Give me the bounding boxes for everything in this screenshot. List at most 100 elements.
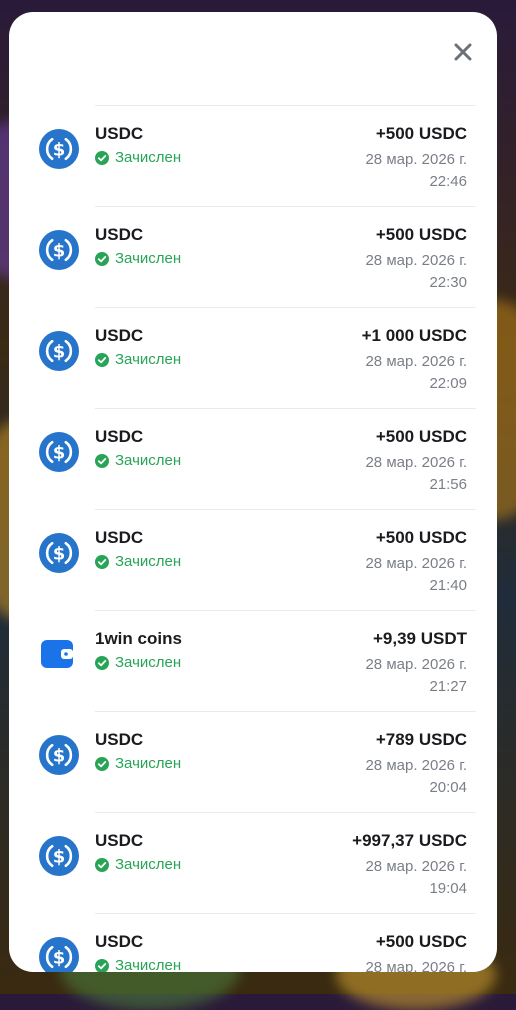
transaction-amount: +1 000 USDC	[361, 326, 467, 345]
svg-text:$: $	[53, 342, 66, 363]
transaction-datetime: 28 мар. 2026 г. 21:56	[365, 452, 467, 496]
transaction-row[interactable]: 1win coins Зачислен +9,39 USDT 28 мар. 2…	[9, 610, 497, 711]
svg-text:$: $	[53, 443, 66, 464]
status-label: Зачислен	[115, 957, 182, 972]
transaction-status: Зачислен	[95, 351, 181, 368]
transaction-date: 28 мар. 2026 г.	[365, 858, 467, 875]
status-label: Зачислен	[115, 654, 182, 671]
transaction-status: Зачислен	[95, 553, 181, 570]
usdc-icon: $	[39, 230, 79, 270]
usdc-icon: $	[39, 735, 79, 775]
transaction-row[interactable]: $ USDC Зачислен +500 USDC 28 мар. 2026 г…	[9, 206, 497, 307]
transaction-status: Зачислен	[95, 452, 181, 469]
transaction-date: 28 мар. 2026 г.	[365, 959, 467, 972]
transaction-time: 19:04	[429, 880, 467, 897]
transaction-amount: +500 USDC	[375, 427, 467, 446]
transaction-row[interactable]: $ USDC Зачислен +500 USDC 28 мар. 2026 г…	[9, 408, 497, 509]
check-circle-icon	[95, 352, 109, 367]
check-circle-icon	[95, 857, 109, 872]
transaction-status: Зачислен	[95, 755, 181, 772]
transaction-status: Зачислен	[95, 654, 181, 671]
transaction-row[interactable]: $ USDC Зачислен +789 USDC 28 мар. 2026 г…	[9, 711, 497, 812]
transaction-time: 22:09	[429, 375, 467, 392]
transaction-amount: +500 USDC	[375, 932, 467, 951]
transaction-status: Зачислен	[95, 957, 181, 972]
row-divider	[95, 206, 476, 207]
check-circle-icon	[95, 251, 109, 266]
usdc-icon: $	[39, 937, 79, 972]
row-divider	[95, 509, 476, 510]
svg-text:$: $	[53, 948, 66, 969]
transaction-amount: +9,39 USDT	[372, 629, 467, 648]
transaction-currency: USDC	[95, 730, 144, 749]
transaction-currency: 1win coins	[95, 629, 182, 648]
check-circle-icon	[95, 756, 109, 771]
check-circle-icon	[95, 958, 109, 972]
transaction-datetime: 28 мар. 2026 г. 21:27	[365, 654, 467, 698]
row-divider	[95, 913, 476, 914]
transaction-row[interactable]: $ USDC Зачислен +997,37 USDC 28 мар. 202…	[9, 812, 497, 913]
transaction-status: Зачислен	[95, 149, 181, 166]
check-circle-icon	[95, 150, 109, 165]
transaction-date: 28 мар. 2026 г.	[365, 555, 467, 572]
transaction-amount: +500 USDC	[375, 528, 467, 547]
transaction-date: 28 мар. 2026 г.	[365, 454, 467, 471]
close-button[interactable]	[451, 40, 475, 64]
transaction-time: 21:56	[429, 476, 467, 493]
transaction-row[interactable]: $ USDC Зачислен +500 USDC 28 мар. 2026 г…	[9, 913, 497, 972]
transaction-datetime: 28 мар. 2026 г. 20:04	[365, 755, 467, 799]
transaction-datetime: 28 мар. 2026 г. 21:40	[365, 553, 467, 597]
transaction-time: 21:40	[429, 577, 467, 594]
transaction-date: 28 мар. 2026 г.	[365, 151, 467, 168]
transaction-time: 22:30	[429, 274, 467, 291]
svg-text:$: $	[53, 746, 66, 767]
status-label: Зачислен	[115, 856, 182, 873]
transaction-list: $ USDC Зачислен +500 USDC 28 мар. 2026 г…	[9, 105, 497, 972]
status-label: Зачислен	[115, 755, 182, 772]
transaction-status: Зачислен	[95, 856, 181, 873]
usdc-icon: $	[39, 533, 79, 573]
usdc-icon: $	[39, 331, 79, 371]
check-circle-icon	[95, 453, 109, 468]
row-divider	[95, 408, 476, 409]
transaction-time: 22:46	[429, 173, 467, 190]
usdc-icon: $	[39, 836, 79, 876]
transaction-currency: USDC	[95, 528, 144, 547]
transaction-currency: USDC	[95, 831, 144, 850]
status-label: Зачислен	[115, 149, 182, 166]
row-divider	[95, 711, 476, 712]
status-label: Зачислен	[115, 553, 182, 570]
row-divider	[95, 812, 476, 813]
transaction-currency: USDC	[95, 225, 144, 244]
transaction-row[interactable]: $ USDC Зачислен +500 USDC 28 мар. 2026 г…	[9, 509, 497, 610]
transaction-datetime: 28 мар. 2026 г. 22:46	[365, 149, 467, 193]
status-label: Зачислен	[115, 452, 182, 469]
transaction-amount: +997,37 USDC	[352, 831, 467, 850]
svg-text:$: $	[53, 140, 66, 161]
transaction-amount: +500 USDC	[375, 124, 467, 143]
transaction-date: 28 мар. 2026 г.	[365, 757, 467, 774]
wallet-icon	[39, 634, 79, 674]
transaction-amount: +500 USDC	[375, 225, 467, 244]
transaction-datetime: 28 мар. 2026 г.	[365, 957, 467, 972]
transaction-datetime: 28 мар. 2026 г. 22:09	[365, 351, 467, 395]
svg-text:$: $	[53, 544, 66, 565]
transaction-date: 28 мар. 2026 г.	[365, 656, 467, 673]
status-label: Зачислен	[115, 351, 182, 368]
status-label: Зачислен	[115, 250, 182, 267]
transaction-datetime: 28 мар. 2026 г. 22:30	[365, 250, 467, 294]
transaction-row[interactable]: $ USDC Зачислен +500 USDC 28 мар. 2026 г…	[9, 105, 497, 206]
transaction-row[interactable]: $ USDC Зачислен +1 000 USDC 28 мар. 2026…	[9, 307, 497, 408]
transaction-date: 28 мар. 2026 г.	[365, 353, 467, 370]
transaction-status: Зачислен	[95, 250, 181, 267]
row-divider	[95, 105, 476, 106]
usdc-icon: $	[39, 129, 79, 169]
svg-text:$: $	[53, 847, 66, 868]
transaction-amount: +789 USDC	[375, 730, 467, 749]
row-divider	[95, 307, 476, 308]
transaction-currency: USDC	[95, 427, 144, 446]
check-circle-icon	[95, 554, 109, 569]
transaction-history-modal: $ USDC Зачислен +500 USDC 28 мар. 2026 г…	[9, 12, 497, 972]
close-icon	[454, 43, 472, 61]
row-divider	[95, 610, 476, 611]
